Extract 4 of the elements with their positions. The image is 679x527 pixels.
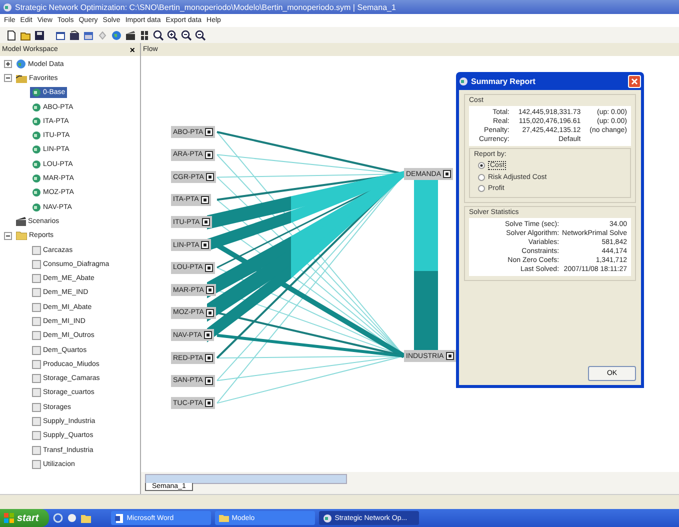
- close-button[interactable]: ×: [126, 44, 138, 54]
- start-button[interactable]: start: [0, 509, 49, 527]
- dialog-title: Summary Report: [471, 76, 536, 86]
- window-title: Strategic Network Optimization: C:\SNO\Bertin_monoperiodo\Modelo\Bertin_monoperiodo.sym | Semana_1: [15, 2, 396, 12]
